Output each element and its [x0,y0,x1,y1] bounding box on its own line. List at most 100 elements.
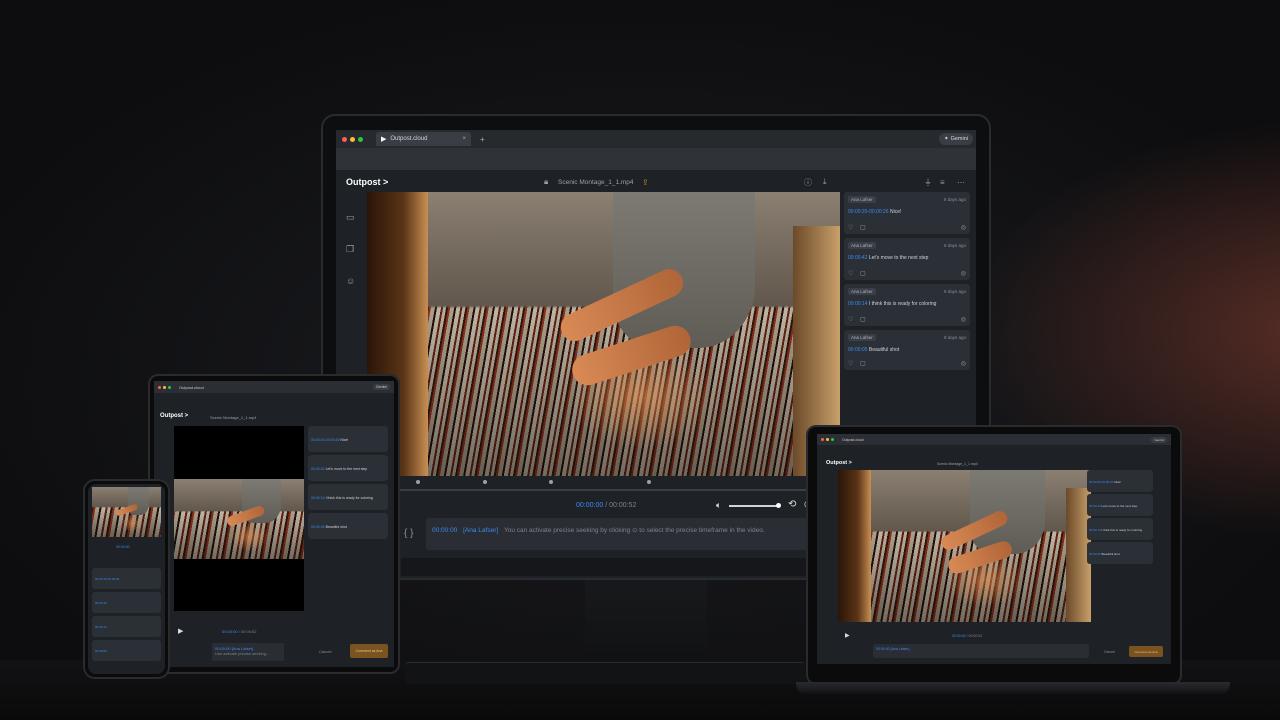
laptop-play-icon[interactable]: ▶ [845,632,850,639]
comment-timecode[interactable]: 00:00:42 [848,255,867,261]
laptop-screen: Outpost.cloud Gemini Outpost > Scenic Mo… [817,434,1171,664]
tablet-left-tab-title[interactable]: Outpost.cloud [179,385,204,390]
address-bar [336,148,976,170]
window-minimize-dot[interactable] [350,136,355,142]
tablet-left-gemini[interactable]: Gemini [372,384,390,390]
tablet-left-composer[interactable]: 00:00:00 [Ana Lafser] Use activate precis… [212,643,284,661]
gemini-button[interactable]: ✦ Gemini [938,133,973,145]
laptop-cancel[interactable]: Cancel [1104,650,1115,654]
laptop-brand[interactable]: Outpost > [826,460,852,466]
comment-composer[interactable]: 00:00:00 [Ana Lafser] You can activate p… [426,518,846,550]
comment-markers [367,478,840,488]
code-braces-icon[interactable]: { } [404,528,413,539]
comment-age: 8 days ago [943,243,966,248]
info-icon[interactable]: ⓘ [804,177,812,188]
comment-card[interactable]: 00:00:05 Beautiful shot [1087,542,1153,564]
comment-card[interactable]: 00:00:42 [92,592,161,613]
comment-card[interactable]: 00:00:20-00:00:26 Nice! [308,426,388,452]
comment-card[interactable]: Ana Lafser 8 days ago 00:00:05 Beautiful… [844,330,970,370]
tablet-left-cancel[interactable]: Cancel [319,649,331,654]
video-frame[interactable] [367,192,840,476]
more-icon[interactable]: ⋯ [957,178,965,187]
comment-card[interactable]: 00:00:20-00:00:26 [92,568,161,589]
check-circle-icon[interactable]: ◎ [961,360,966,367]
comment-body: 00:00:20-00:00:26 Nice! [848,209,901,215]
files-icon[interactable]: ❐ [346,244,354,255]
window-close-dot[interactable] [342,136,347,142]
heart-icon[interactable]: ♡ [848,360,853,367]
monitor-base [405,662,805,684]
laptop-tab-title[interactable]: Outpost.cloud [842,438,864,442]
sort-icon[interactable]: ≡ [940,178,945,187]
timeline-marker[interactable] [549,480,553,484]
comments-panel: Ana Lafser 8 days ago 00:00:20-00:00:26 … [844,192,970,378]
heart-icon[interactable]: ♡ [848,316,853,323]
filter-icon[interactable]: ⏚ [924,177,932,188]
laptop-gemini[interactable]: Gemini [1151,436,1167,443]
heart-icon[interactable]: ♡ [848,224,853,231]
brand-logo[interactable]: Outpost > [346,177,388,187]
timeline-marker[interactable] [647,480,651,484]
laptop-comments: 00:00:20-00:00:26 Nice! 00:00:42 Let's m… [1087,470,1153,564]
comment-card[interactable]: 00:00:05 Beautiful shot [308,513,388,539]
comment-text: I think this is ready for coloring [868,301,937,307]
folder-icon[interactable]: ▭ [346,212,355,223]
composer-timecode[interactable]: 00:00:00 [432,527,457,534]
comment-card[interactable]: Ana Lafser 8 days ago 00:00:42 Let's mov… [844,238,970,280]
file-name: Scenic Montage_1_1.mp4 [558,178,634,186]
download-icon[interactable]: ⤓ [823,177,827,187]
comment-card[interactable]: Ana Lafser 8 days ago 00:00:14 I think t… [844,284,970,326]
comment-card[interactable]: 00:00:14 I think this is ready for color… [1087,518,1153,540]
comment-card[interactable]: 00:00:05 [92,640,161,661]
laptop-submit[interactable]: Comment as Ana [1129,646,1163,657]
reply-icon[interactable]: ▢ [860,316,866,323]
volume-icon[interactable]: 🔈︎ [716,500,721,511]
comment-timecode[interactable]: 00:00:20-00:00:26 [848,209,889,215]
tablet-left-screen: Outpost.cloud Gemini Outpost > Scenic Mo… [154,381,394,667]
tablet-left-submit[interactable]: Comment as Ana [350,644,388,658]
comment-card[interactable]: Ana Lafser 8 days ago 00:00:20-00:00:26 … [844,192,970,234]
comment-timecode[interactable]: 00:00:14 [848,301,867,307]
laptop-video[interactable] [838,470,1091,622]
comment-card[interactable]: 00:00:20-00:00:26 Nice! [1087,470,1153,492]
window-zoom-dot[interactable] [358,136,363,142]
comment-card[interactable]: 00:00:42 Let's move to the next step [1087,494,1153,516]
phone-video[interactable] [92,487,161,537]
users-icon[interactable]: ☺ [346,276,355,286]
laptop-composer[interactable]: 00:00:00 [Ana Lafser] [873,644,1089,658]
new-tab-button[interactable]: + [480,135,485,144]
tablet-left-brand[interactable]: Outpost > [160,413,188,419]
tablet-left-video[interactable] [174,426,304,611]
progress-track[interactable] [367,489,840,491]
app-header: Outpost > 🔒︎ Scenic Montage_1_1.mp4 ⇪ ⓘ … [336,170,976,194]
comment-body: 00:00:14 I think this is ready for color… [848,301,936,307]
tablet-left-comments: 00:00:20-00:00:26 Nice! 00:00:42 Let's m… [308,426,388,539]
reply-icon[interactable]: ▢ [860,270,866,277]
total-duration: 00:00:52 [609,502,637,509]
browser-tabbar: ▶ Outpost.cloud × + ✦ Gemini [336,130,976,148]
check-circle-icon[interactable]: ◎ [961,270,966,277]
loop-icon[interactable]: ⟲ [788,499,796,510]
comment-timecode[interactable]: 00:00:05 [848,347,867,353]
play-icon[interactable]: ▶ [178,627,183,635]
check-circle-icon[interactable]: ◎ [961,224,966,231]
comment-card[interactable]: 00:00:14 [92,616,161,637]
comment-card[interactable]: 00:00:42 Let's move to the next step [308,455,388,481]
share-icon[interactable]: ⇪ [642,178,649,187]
laptop-file-name: Scenic Montage_1_1.mp4 [937,462,978,466]
composer-footer [401,558,846,576]
comment-age: 8 days ago [943,197,966,202]
volume-slider[interactable] [729,503,781,508]
laptop-base [796,682,1230,694]
reply-icon[interactable]: ▢ [860,360,866,367]
heart-icon[interactable]: ♡ [848,270,853,277]
comment-card[interactable]: 00:00:14 I think this is ready for color… [308,484,388,510]
reply-icon[interactable]: ▢ [860,224,866,231]
phone-timecode: 00:00:00 [116,545,130,549]
timeline-marker[interactable] [483,480,487,484]
check-circle-icon[interactable]: ◎ [961,316,966,323]
tab-close-icon[interactable]: × [462,136,466,142]
browser-tab[interactable]: ▶ Outpost.cloud × [376,132,471,146]
tablet-left-timecode: 00:00:00 / 00:00:52 [222,629,257,634]
timeline-marker[interactable] [416,480,420,484]
